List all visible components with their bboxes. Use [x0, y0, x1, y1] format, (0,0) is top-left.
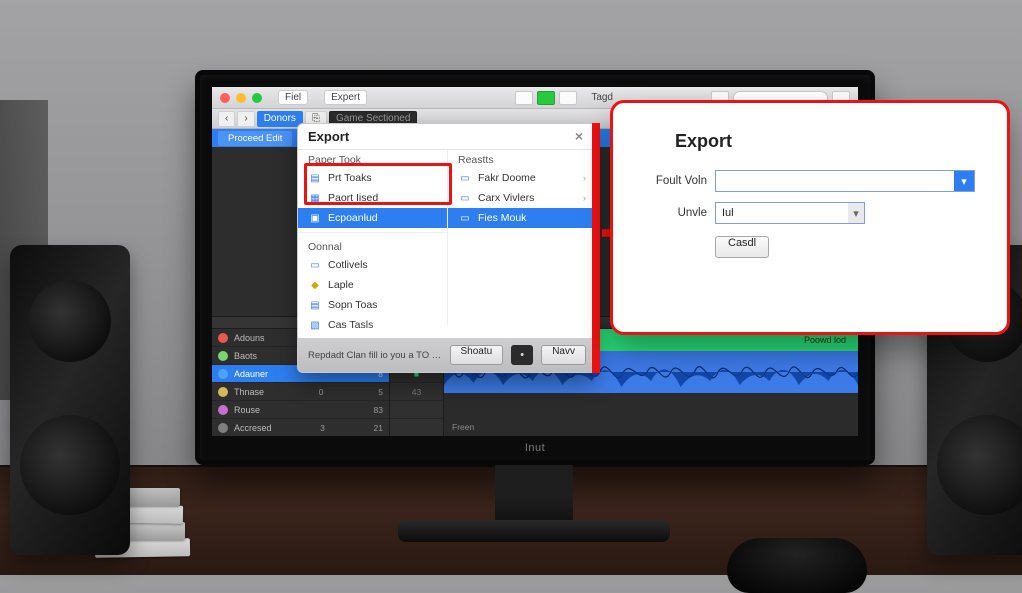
chevron-right-icon: ›: [583, 173, 586, 183]
menu-section-heading: Oonnal: [298, 237, 447, 255]
prompt-button-1[interactable]: Shoatu: [450, 345, 504, 365]
track-label: Accresed: [234, 423, 272, 433]
menu-item[interactable]: ◆Laple: [298, 275, 447, 295]
track-label: Thnase: [234, 387, 264, 397]
play-icon[interactable]: [537, 91, 555, 105]
menu-item[interactable]: ▦Paort Iised: [298, 188, 447, 208]
chevron-down-icon: ▾: [848, 203, 864, 223]
doc-icon: ▧: [308, 318, 322, 332]
window-max-dot[interactable]: [252, 93, 262, 103]
menu-section-heading: Paper Took: [298, 150, 447, 168]
menu-edit[interactable]: Expert: [324, 90, 367, 105]
monitor-stand-base: [398, 520, 670, 542]
footer-label: Freen: [452, 422, 474, 432]
doc-icon: ▤: [308, 298, 322, 312]
track-label: Adauner: [234, 369, 268, 379]
menu-item[interactable]: ▤Sopn Toas: [298, 295, 447, 315]
format-select[interactable]: ▾: [715, 170, 975, 192]
field-label: Foult Voln: [645, 175, 707, 187]
tab-active[interactable]: Donors: [257, 111, 303, 127]
export-menu-title: Export: [308, 129, 349, 144]
doc-icon: ▭: [458, 211, 472, 225]
file-icon: ▦: [308, 191, 322, 205]
menu-item-selected[interactable]: ▣Ecpoanlud: [298, 208, 447, 228]
center-label: Tagd: [591, 92, 613, 103]
chevron-right-icon: ›: [583, 193, 586, 203]
track-row[interactable]: Rouse83: [212, 401, 389, 419]
meter-cell: 43: [390, 383, 443, 401]
submenu-item[interactable]: ▭Carx Vivlers›: [448, 188, 596, 208]
doc-icon: ▭: [458, 191, 472, 205]
nav-fwd-button[interactable]: ›: [237, 111, 254, 127]
prompt-toggle[interactable]: •: [511, 345, 533, 365]
track-row[interactable]: Accresed321: [212, 419, 389, 436]
monitor-stand-neck: [495, 462, 573, 524]
doc-icon: ▭: [308, 258, 322, 272]
submenu-item[interactable]: ▭Fakr Doome›: [448, 168, 596, 188]
nav-back-button[interactable]: ‹: [218, 111, 235, 127]
submenu-item-selected[interactable]: ▭Fies Mouk: [448, 208, 596, 228]
close-icon[interactable]: ×: [572, 130, 586, 144]
document-tab[interactable]: Proceed Edit: [218, 131, 292, 146]
field-label: Unvle: [645, 207, 707, 219]
track-row[interactable]: Thnase05: [212, 383, 389, 401]
select-value: Iul: [722, 207, 734, 219]
export-dialog: Export Foult Voln ▾ Unvle Iul ▾ Casdl: [610, 100, 1010, 335]
dialog-title: Export: [675, 131, 975, 152]
speaker-left: [10, 245, 130, 555]
doc-icon: ▭: [458, 171, 472, 185]
menu-item[interactable]: ▭Cotlivels: [298, 255, 447, 275]
cancel-button[interactable]: Casdl: [715, 236, 769, 258]
toolbar-icon-b[interactable]: [559, 91, 577, 105]
menu-item[interactable]: ▧Cas Tasls: [298, 315, 447, 335]
track-label: Adouns: [234, 333, 265, 343]
window-close-dot[interactable]: [220, 93, 230, 103]
mouse: [727, 538, 867, 593]
track-label: Baots: [234, 351, 257, 361]
export-menu-panel: Export × Paper Took ▤Prt Toaks ▦Paort Ii…: [297, 123, 597, 373]
chevron-down-icon: ▾: [954, 171, 974, 191]
monitor-brand: Inut: [525, 442, 545, 454]
menu-item[interactable]: ▤Prt Toaks: [298, 168, 447, 188]
star-icon: ◆: [308, 278, 322, 292]
menu-section-heading: Reastts: [448, 150, 596, 168]
prompt-button-2[interactable]: Navv: [541, 345, 586, 365]
unit-select[interactable]: Iul ▾: [715, 202, 865, 224]
menu-file[interactable]: Fiel: [278, 90, 308, 105]
file-icon: ▤: [308, 171, 322, 185]
prompt-message: Repdadt Clan fill io you a TO Kapostfrd: [308, 350, 442, 361]
export-icon: ▣: [308, 211, 322, 225]
track-label: Rouse: [234, 405, 260, 415]
window-min-dot[interactable]: [236, 93, 246, 103]
toolbar-icon-a[interactable]: [515, 91, 533, 105]
panel-prompt-bar: Repdadt Clan fill io you a TO Kapostfrd …: [298, 338, 596, 372]
highlight-strip: [592, 123, 600, 373]
clip-label: Poowd lod: [804, 335, 846, 345]
